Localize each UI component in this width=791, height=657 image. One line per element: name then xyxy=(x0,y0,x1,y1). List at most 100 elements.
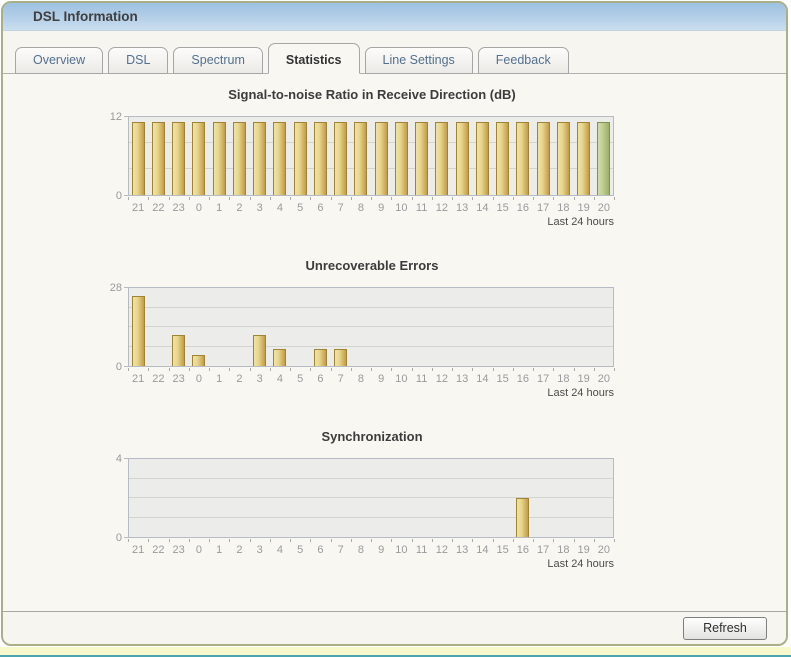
page-background-strip xyxy=(0,647,791,655)
x-axis-tick xyxy=(229,368,230,371)
x-axis-label: 6 xyxy=(317,373,324,385)
x-axis-tick xyxy=(310,539,311,542)
chart-title: Unrecoverable Errors xyxy=(305,258,439,273)
x-axis-tick xyxy=(452,539,453,542)
bar-hour-7 xyxy=(334,349,348,366)
x-axis-tick xyxy=(452,368,453,371)
bar-hour-18 xyxy=(556,122,570,195)
x-axis-label: 17 xyxy=(537,373,550,385)
x-axis-tick xyxy=(250,197,251,200)
bar-hour-2 xyxy=(232,122,246,195)
gridline xyxy=(129,326,613,327)
bar-hour-4 xyxy=(273,349,287,366)
bar-hour-15 xyxy=(496,122,510,195)
x-axis-tick xyxy=(574,539,575,542)
x-axis-tick xyxy=(614,368,615,371)
gridline xyxy=(129,497,613,498)
x-axis-label: 23 xyxy=(172,202,185,214)
y-axis-min-label: 0 xyxy=(115,361,122,373)
x-axis-tick xyxy=(371,539,372,542)
x-axis-tick xyxy=(250,539,251,542)
chart-caption: Last 24 hours xyxy=(547,216,614,228)
x-axis-label: 7 xyxy=(337,202,344,214)
tab-statistics[interactable]: Statistics xyxy=(267,43,360,74)
x-axis-tick xyxy=(128,197,129,200)
bar-hour-10 xyxy=(394,122,408,195)
x-axis-label: 18 xyxy=(557,373,570,385)
x-axis-label: 0 xyxy=(195,373,202,385)
bar-hour-16 xyxy=(516,122,530,195)
refresh-button[interactable]: Refresh xyxy=(683,616,767,640)
x-axis-label: 15 xyxy=(496,202,509,214)
x-axis-tick xyxy=(371,197,372,200)
x-axis-label: 15 xyxy=(496,544,509,556)
tab-spectrum[interactable]: Spectrum xyxy=(173,47,263,74)
bar-hour-23 xyxy=(172,335,186,366)
x-axis-label: 16 xyxy=(516,544,529,556)
bar-hour-1 xyxy=(212,122,226,195)
x-axis-label: 7 xyxy=(337,373,344,385)
bar-hour-0 xyxy=(192,355,206,366)
bar-hour-21 xyxy=(131,296,145,366)
x-axis-tick xyxy=(351,539,352,542)
x-axis-label: 4 xyxy=(276,544,283,556)
x-axis-label: 16 xyxy=(516,202,529,214)
x-axis-tick xyxy=(614,197,615,200)
tab-dsl[interactable]: DSL xyxy=(108,47,169,74)
x-axis-label: 20 xyxy=(597,202,610,214)
x-axis-tick xyxy=(574,197,575,200)
x-axis-tick xyxy=(189,539,190,542)
x-axis-label: 22 xyxy=(152,373,165,385)
x-axis-label: 21 xyxy=(132,544,145,556)
x-axis-tick xyxy=(432,368,433,371)
bar-hour-3 xyxy=(253,335,267,366)
x-axis-tick xyxy=(270,197,271,200)
tab-feedback[interactable]: Feedback xyxy=(477,47,569,74)
x-axis-label: 19 xyxy=(577,373,590,385)
x-axis-label: 20 xyxy=(597,373,610,385)
x-axis-tick xyxy=(594,539,595,542)
x-axis-label: 12 xyxy=(435,373,448,385)
bar-hour-12 xyxy=(435,122,449,195)
x-axis-tick xyxy=(290,368,291,371)
y-axis-max-label: 4 xyxy=(115,453,122,465)
x-axis-label: 9 xyxy=(378,544,385,556)
chart-title: Signal-to-noise Ratio in Receive Directi… xyxy=(228,87,516,102)
chart-body: 4 0 Last 24 hours 21 22 23 0 1 2 3 4 5 6 7 8 9 10 11 12… xyxy=(116,453,616,570)
chart-synchronization: Synchronization 4 0 Last 24 hours 21 22 23… xyxy=(116,429,616,570)
x-axis-label: 11 xyxy=(415,544,428,556)
x-axis-label: 10 xyxy=(395,544,408,556)
tab-overview[interactable]: Overview xyxy=(15,47,104,74)
y-axis-min-label: 0 xyxy=(115,190,122,202)
x-axis-label: 2 xyxy=(236,373,243,385)
x-axis-label: 23 xyxy=(172,373,185,385)
x-axis-tick xyxy=(513,539,514,542)
y-axis-max-label: 12 xyxy=(109,111,122,123)
x-axis-tick xyxy=(553,368,554,371)
x-axis-label: 13 xyxy=(456,202,469,214)
x-axis-tick xyxy=(452,197,453,200)
x-axis-tick xyxy=(533,539,534,542)
x-axis-label: 2 xyxy=(236,202,243,214)
x-axis-label: 18 xyxy=(557,544,570,556)
gridline xyxy=(129,516,613,518)
x-axis-label: 12 xyxy=(435,544,448,556)
x-axis-tick xyxy=(270,368,271,371)
chart-body: 28 0 Last 24 hours 21 22 23 0 1 2 3 4 5 6 7 8 9 10 11 1… xyxy=(110,282,616,399)
chart-unrecoverable-errors: Unrecoverable Errors 28 0 Last 24 hours … xyxy=(110,258,616,399)
bar-hour-19 xyxy=(577,122,591,195)
x-axis-tick xyxy=(391,197,392,200)
x-axis-tick xyxy=(472,197,473,200)
tab-line-settings[interactable]: Line Settings xyxy=(364,47,473,74)
x-axis-label: 0 xyxy=(195,202,202,214)
bar-hour-20 xyxy=(597,122,611,195)
x-axis-label: 11 xyxy=(415,373,428,385)
x-axis-label: 3 xyxy=(256,544,263,556)
x-axis-tick xyxy=(533,197,534,200)
bar-hour-6 xyxy=(313,122,327,195)
x-axis-label: 19 xyxy=(577,202,590,214)
x-axis-tick xyxy=(331,197,332,200)
x-axis-label: 5 xyxy=(297,373,304,385)
bar-hour-21 xyxy=(131,122,145,195)
y-axis-max-label: 28 xyxy=(109,282,122,294)
